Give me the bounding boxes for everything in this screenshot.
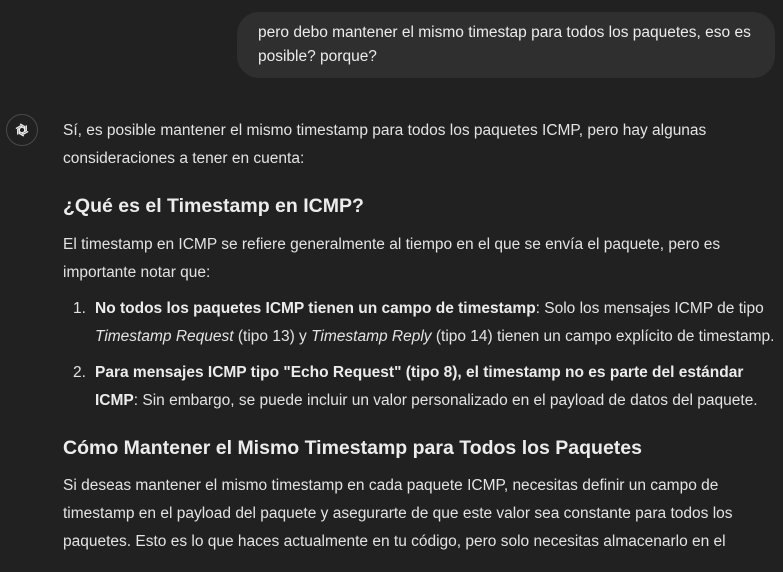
considerations-list: 1. No todos los paquetes ICMP tienen un … — [63, 295, 779, 415]
heading-same-timestamp: Cómo Mantener el Mismo Timestamp para To… — [63, 437, 642, 459]
answer-intro: Sí, es posible mantener el mismo timesta… — [63, 122, 707, 167]
openai-logo-icon — [15, 123, 29, 137]
list-item-number: 2. — [73, 364, 86, 381]
list-item-bold: No todos los paquetes ICMP tienen un cam… — [95, 300, 536, 317]
answer-paragraph-1: El timestamp en ICMP se refiere generalm… — [63, 236, 721, 281]
list-item-text: : Solo los mensajes ICMP de tipo — [535, 300, 764, 317]
list-item-number: 1. — [73, 300, 86, 317]
list-item-italic: Timestamp Reply — [311, 328, 432, 345]
heading-timestamp-icmp: ¿Qué es el Timestamp en ICMP? — [63, 195, 364, 217]
list-item: 2. Para mensajes ICMP tipo "Echo Request… — [63, 359, 779, 415]
assistant-message: Sí, es posible mantener el mismo timesta… — [63, 117, 779, 556]
assistant-avatar — [6, 114, 38, 146]
answer-paragraph-2: Si deseas mantener el mismo timestamp en… — [63, 477, 733, 550]
user-message-text: pero debo mantener el mismo timestap par… — [258, 24, 751, 65]
list-item-text: : Sin embargo, se puede incluir un valor… — [133, 392, 758, 409]
list-item-text: (tipo 14) tienen un campo explícito de t… — [431, 328, 775, 345]
list-item: 1. No todos los paquetes ICMP tienen un … — [63, 295, 779, 351]
list-item-italic: Timestamp Request — [95, 328, 234, 345]
list-item-text: (tipo 13) y — [233, 328, 312, 345]
user-message-bubble: pero debo mantener el mismo timestap par… — [237, 12, 775, 78]
